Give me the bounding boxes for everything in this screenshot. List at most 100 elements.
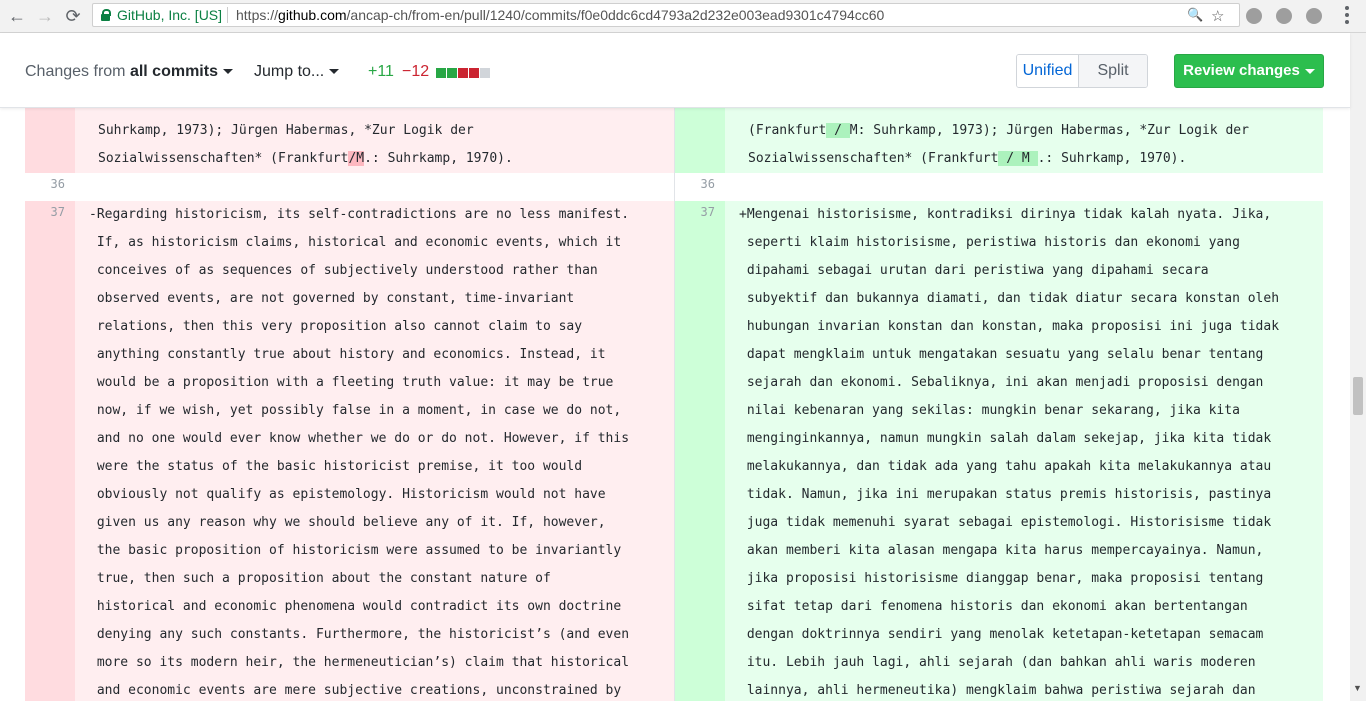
changes-from-value: all commits	[129, 63, 218, 80]
word-diff-highlight: /	[826, 123, 850, 138]
deletions-count: −12	[402, 63, 430, 80]
code-line: +Mengenai historisisme, kontradiksi diri…	[739, 207, 1272, 222]
site-identity: GitHub, Inc. [US]	[117, 7, 223, 23]
review-changes-label: Review changes	[1183, 62, 1300, 79]
code-line: observed events, are not governed by con…	[89, 291, 575, 306]
code-line: conceives of as sequences of subjectivel…	[89, 263, 598, 278]
address-divider	[227, 7, 228, 23]
jump-to-label: Jump to...	[254, 63, 325, 80]
diffstat-block	[480, 68, 490, 78]
code-line: seperti klaim historisisme, peristiwa hi…	[739, 235, 1240, 250]
extension-icon-1[interactable]	[1246, 8, 1262, 24]
diff-pane-new: (Frankfurt / M: Suhrkamp, 1973); Jürgen …	[675, 107, 1323, 701]
split-view-button[interactable]: Split	[1079, 55, 1147, 87]
scrollbar-thumb[interactable]	[1353, 377, 1363, 415]
code-line: and no one would ever know whether we do…	[89, 431, 630, 446]
code-line: denying any such constants. Furthermore,…	[89, 627, 630, 642]
address-bar[interactable]: GitHub, Inc. [US] https://github.com/anc…	[92, 3, 1240, 27]
diffstat-block	[458, 68, 468, 78]
browser-menu-icon[interactable]	[1345, 6, 1349, 27]
code-cell	[75, 173, 674, 201]
line-number-36[interactable]: 36	[25, 173, 75, 201]
code-line: subyektif dan bukannya diamati, dan tida…	[739, 291, 1280, 306]
extension-icon-3[interactable]	[1306, 8, 1322, 24]
extension-icon-2[interactable]	[1276, 8, 1292, 24]
code-cell: -Regarding historicism, its self-contrad…	[75, 201, 674, 701]
diff-row-deleted: 37 -Regarding historicism, its self-cont…	[25, 201, 674, 701]
code-line: the basic proposition of historicism wer…	[89, 543, 622, 558]
code-line: (Frankfurt / M: Suhrkamp, 1973); Jürgen …	[748, 117, 1323, 145]
diffstat-block	[436, 68, 446, 78]
code-line: dengan doktrinnya sendiri yang menolak k…	[739, 627, 1264, 642]
zoom-icon[interactable]: 🔍	[1187, 7, 1203, 23]
code-line: -Regarding historicism, its self-contrad…	[89, 207, 630, 222]
code-line: itu. Lebih jauh lagi, ahli sejarah (dan …	[739, 655, 1256, 670]
code-text: Suhrkamp, 1973); Jürgen Habermas, *Zur L…	[98, 123, 474, 138]
code-line: anything constantly true about history a…	[89, 347, 606, 362]
diffstat-block	[447, 68, 457, 78]
reload-icon[interactable]: ⟳	[62, 5, 84, 27]
code-line: were the status of the basic historicist…	[89, 459, 583, 474]
diffstat-block	[469, 68, 479, 78]
code-line: Suhrkamp, 1973); Jürgen Habermas, *Zur L…	[98, 117, 674, 145]
code-line: true, then such a proposition about the …	[89, 571, 551, 586]
code-line: nilai kebenaran yang sekilas: mungkin be…	[739, 403, 1240, 418]
code-line: akan memberi kita alasan mengapa kita ha…	[739, 543, 1264, 558]
code-line: obviously not qualify as epistemology. H…	[89, 487, 606, 502]
page-scrollbar[interactable]: ▼	[1350, 33, 1366, 701]
code-line: relations, then this very proposition al…	[89, 319, 583, 334]
code-text: M: Suhrkamp, 1973); Jürgen Habermas, *Zu…	[849, 123, 1249, 138]
line-number-gutter[interactable]	[25, 107, 75, 173]
unified-view-button[interactable]: Unified	[1017, 55, 1079, 87]
code-line: given us any reason why we should believ…	[89, 515, 606, 530]
forward-icon[interactable]: →	[34, 5, 56, 27]
code-line: dipahami sebagai urutan dari peristiwa y…	[739, 263, 1209, 278]
jump-to-dropdown[interactable]: Jump to...	[254, 63, 340, 81]
code-line: menginginkannya, namun mungkin salah dal…	[739, 431, 1272, 446]
diff-row-deleted-prev: Suhrkamp, 1973); Jürgen Habermas, *Zur L…	[25, 107, 674, 185]
review-changes-button[interactable]: Review changes	[1174, 54, 1324, 88]
word-diff-highlight: / M	[998, 151, 1038, 166]
code-text: .: Suhrkamp, 1970).	[1037, 151, 1187, 166]
line-number-37[interactable]: 37	[25, 201, 75, 701]
code-text: Sozialwissenschaften* (Frankfurt	[98, 151, 349, 166]
code-line: historical and economic phenomena would …	[89, 599, 622, 614]
diff-toolbar: Changes from all commits Jump to... +11 …	[0, 33, 1350, 108]
code-line: dapat mengklaim untuk mengatakan sesuatu…	[739, 347, 1264, 362]
changes-from-dropdown[interactable]: Changes from all commits	[25, 63, 233, 81]
line-number-37[interactable]: 37	[675, 201, 725, 701]
code-text: .: Suhrkamp, 1970).	[364, 151, 513, 166]
line-number-36[interactable]: 36	[675, 173, 725, 201]
diff-row-context: 36	[675, 173, 1323, 201]
code-text: (Frankfurt	[748, 123, 827, 138]
back-icon[interactable]: ←	[6, 5, 28, 27]
diff-pane-old: Suhrkamp, 1973); Jürgen Habermas, *Zur L…	[25, 107, 674, 701]
diff-row-context: 36	[25, 173, 674, 201]
diff-row-added: 37 +Mengenai historisisme, kontradiksi d…	[675, 201, 1323, 701]
code-line: would be a proposition with a fleeting t…	[89, 375, 614, 390]
url-text[interactable]: https://github.com/ancap-ch/from-en/pull…	[236, 7, 884, 23]
additions-count: +11	[368, 63, 394, 80]
lock-icon	[101, 9, 111, 21]
chevron-down-icon	[329, 69, 340, 75]
code-line: tidak. Namun, jika ini merupakan status …	[739, 487, 1272, 502]
code-line: Sozialwissenschaften* (Frankfurt/M.: Suh…	[98, 145, 674, 173]
changes-from-label: Changes from	[25, 63, 130, 80]
code-line: and economic events are mere subjective …	[89, 683, 622, 698]
code-line: melakukannya, dan tidak ada yang tahu ap…	[739, 459, 1272, 474]
code-line: hubungan invarian konstan dan konstan, m…	[739, 319, 1280, 334]
code-line: lainnya, ahli hermeneutika) mengklaim ba…	[739, 683, 1256, 698]
code-line: now, if we wish, yet possibly false in a…	[89, 403, 622, 418]
chevron-down-icon	[1304, 68, 1315, 74]
chevron-down-icon	[222, 69, 233, 75]
scroll-down-arrow-icon[interactable]: ▼	[1353, 683, 1362, 693]
diff-row-added-prev: (Frankfurt / M: Suhrkamp, 1973); Jürgen …	[675, 107, 1323, 185]
diff-view-toggle: Unified Split	[1016, 54, 1148, 88]
line-number-gutter[interactable]	[675, 107, 725, 173]
bookmark-star-icon[interactable]: ☆	[1211, 7, 1224, 25]
code-cell: +Mengenai historisisme, kontradiksi diri…	[725, 201, 1323, 701]
code-line: more so its modern heir, the hermeneutic…	[89, 655, 630, 670]
code-cell	[725, 173, 1323, 201]
split-diff: Suhrkamp, 1973); Jürgen Habermas, *Zur L…	[25, 107, 1323, 701]
code-line: If, as historicism claims, historical an…	[89, 235, 622, 250]
